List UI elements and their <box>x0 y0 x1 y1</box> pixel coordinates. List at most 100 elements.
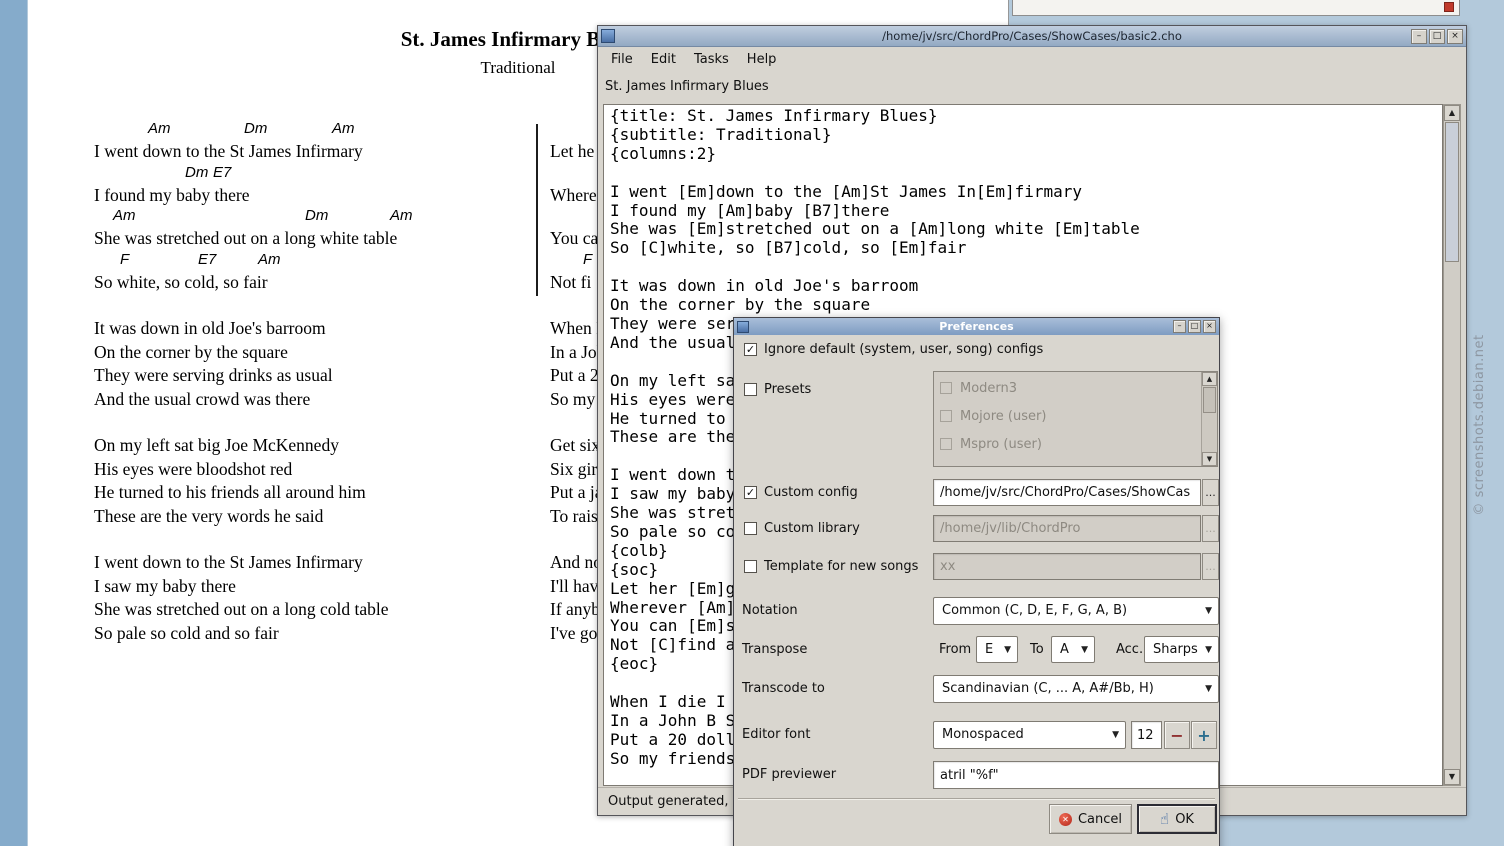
ok-button[interactable]: ☝ OK <box>1137 804 1217 834</box>
scrollbar-thumb[interactable] <box>1203 387 1216 413</box>
menu-edit[interactable]: Edit <box>642 50 685 69</box>
preferences-title: Preferences <box>734 320 1219 333</box>
preset-item: Mojore (user) <box>935 402 1200 430</box>
preferences-dialog: Preferences –□× ✓ Ignore default (system… <box>733 317 1220 846</box>
scroll-up-button[interactable]: ▲ <box>1202 372 1217 386</box>
chevron-down-icon: ▼ <box>1205 645 1212 655</box>
editor-font-select[interactable]: Monospaced ▼ <box>933 721 1126 749</box>
stanza-gap <box>94 294 554 317</box>
minimize-button[interactable]: – <box>1173 320 1186 333</box>
transpose-to-label: To <box>1030 642 1044 657</box>
close-button[interactable]: × <box>1447 29 1463 44</box>
lyric-line: These are the very words he said <box>94 505 554 529</box>
pdf-previewer-input[interactable] <box>933 761 1219 789</box>
transcode-label: Transcode to <box>742 681 825 696</box>
transpose-to-select[interactable]: A ▼ <box>1051 636 1095 663</box>
scroll-down-button[interactable]: ▼ <box>1202 452 1217 466</box>
custom-config-browse-button[interactable]: ... <box>1202 479 1219 506</box>
preset-label: Modern3 <box>960 381 1017 396</box>
editor-vertical-scrollbar[interactable]: ▲ ▼ <box>1443 104 1461 786</box>
ignore-default-configs-checkbox[interactable]: ✓ <box>744 343 757 356</box>
custom-config-label: Custom config <box>764 485 858 500</box>
preset-item: Msttcorefonts (user) <box>935 458 1200 466</box>
window-icon <box>737 321 749 333</box>
lyric-line: So pale so cold and so fair <box>94 622 554 646</box>
minimize-button[interactable]: – <box>1411 29 1427 44</box>
editor-font-label: Editor font <box>742 727 810 742</box>
transpose-from-value: E <box>985 642 997 657</box>
preset-label: Mojore (user) <box>960 409 1046 424</box>
presets-list: Modern3 Mojore (user) Mspro (user)Msttcore… <box>935 374 1200 466</box>
chord-Am: Am <box>113 207 136 224</box>
scroll-down-button[interactable]: ▼ <box>1444 769 1460 785</box>
template-input <box>933 553 1201 580</box>
template-checkbox[interactable] <box>744 560 757 573</box>
font-size-input[interactable] <box>1131 721 1162 749</box>
notation-value: Common (C, D, E, F, G, A, B) <box>942 603 1198 618</box>
notation-label: Notation <box>742 603 798 618</box>
chord-F: F <box>120 251 129 268</box>
window-controls: –□× <box>1173 320 1216 333</box>
maximize-button[interactable]: □ <box>1429 29 1445 44</box>
lyric-line: On the corner by the square <box>94 341 554 365</box>
song-tab[interactable]: St. James Infirmary Blues <box>605 79 769 94</box>
chord-line: DmE7 <box>94 164 554 184</box>
accidentals-value: Sharps <box>1153 642 1198 657</box>
stanza-gap <box>94 411 554 434</box>
scrollbar-thumb[interactable] <box>1445 122 1459 262</box>
watermark: © screenshots.debian.net <box>1472 275 1492 575</box>
chord-line: AmDmAm <box>94 120 554 140</box>
chevron-down-icon: ▼ <box>1112 730 1119 740</box>
chord-Am: Am <box>332 120 355 137</box>
custom-library-checkbox[interactable] <box>744 522 757 535</box>
transpose-from-label: From <box>939 642 971 657</box>
preset-item: Mspro (user) <box>935 430 1200 458</box>
background-window-edge <box>1012 0 1460 16</box>
lyric-line: So white, so cold, so fair <box>94 271 554 295</box>
background-window-close-button[interactable] <box>1444 2 1454 12</box>
lyric-line: He turned to his friends all around him <box>94 481 554 505</box>
close-button[interactable]: × <box>1203 320 1216 333</box>
lyric-line: His eyes were bloodshot red <box>94 458 554 482</box>
menu-file[interactable]: File <box>602 50 642 69</box>
menu-tasks[interactable]: Tasks <box>685 50 738 69</box>
lyric-line: She was stretched out on a long cold tab… <box>94 598 554 622</box>
maximize-button[interactable]: □ <box>1188 320 1201 333</box>
menu-help[interactable]: Help <box>738 50 786 69</box>
chord-Dm: Dm <box>305 207 328 224</box>
accidentals-select[interactable]: Sharps ▼ <box>1144 636 1219 663</box>
pdf-previewer-label: PDF previewer <box>742 767 836 782</box>
presets-scrollbar[interactable]: ▲ ▼ <box>1201 372 1217 466</box>
font-size-increase-button[interactable]: + <box>1191 721 1217 749</box>
preset-checkbox <box>940 438 952 450</box>
lyric-line: I went down to the St James Infirmary <box>94 551 554 575</box>
transcode-value: Scandinavian (C, ... A, A#/Bb, H) <box>942 681 1198 696</box>
presets-listbox: Modern3 Mojore (user) Mspro (user)Msttcore… <box>933 371 1218 467</box>
preferences-titlebar[interactable]: Preferences –□× <box>734 318 1219 335</box>
editor-font-value: Monospaced <box>942 727 1105 742</box>
custom-config-input[interactable] <box>933 479 1201 506</box>
editor-titlebar[interactable]: /home/jv/src/ChordPro/Cases/ShowCases/ba… <box>598 26 1466 47</box>
chord-Am: Am <box>148 120 171 137</box>
chorus-indent-bar <box>536 124 538 296</box>
custom-library-browse-button: ... <box>1202 515 1219 542</box>
lyric-line: She was stretched out on a long white ta… <box>94 227 554 251</box>
lyric-line: I saw my baby there <box>94 575 554 599</box>
transpose-from-select[interactable]: E ▼ <box>976 636 1018 663</box>
notation-select[interactable]: Common (C, D, E, F, G, A, B) ▼ <box>933 597 1219 625</box>
ok-button-label: OK <box>1175 812 1194 827</box>
custom-config-checkbox[interactable]: ✓ <box>744 486 757 499</box>
transpose-to-value: A <box>1060 642 1074 657</box>
chord-Dm: Dm <box>185 164 208 181</box>
presets-checkbox[interactable] <box>744 383 757 396</box>
chord-line: FE7Am <box>94 251 554 271</box>
preset-checkbox <box>940 382 952 394</box>
preset-checkbox <box>940 410 952 422</box>
custom-library-input <box>933 515 1201 542</box>
template-browse-button: ... <box>1202 553 1219 580</box>
transcode-select[interactable]: Scandinavian (C, ... A, A#/Bb, H) ▼ <box>933 675 1219 703</box>
scroll-up-button[interactable]: ▲ <box>1444 105 1460 121</box>
chevron-down-icon: ▼ <box>1205 684 1212 694</box>
font-size-decrease-button[interactable]: − <box>1164 721 1190 749</box>
cancel-button[interactable]: ✕ Cancel <box>1049 804 1132 834</box>
